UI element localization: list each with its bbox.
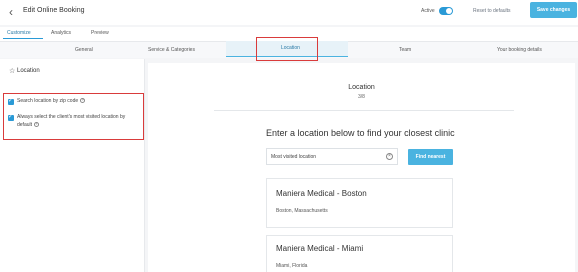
location-card[interactable]: Maniera Medical - Boston Boston, Massach…	[266, 178, 453, 228]
location-prompt: Enter a location below to find your clos…	[266, 128, 455, 138]
settings-panel-title: Location	[17, 68, 40, 74]
top-header: ‹ Edit Online Booking Active Reset to de…	[0, 0, 578, 25]
settings-panel: ☆ Location Search location by zip code? …	[0, 59, 145, 272]
location-name: Maniera Medical - Miami	[276, 244, 364, 253]
active-label: Active	[421, 8, 435, 14]
reset-to-defaults-button[interactable]: Reset to defaults	[473, 8, 511, 14]
save-changes-button[interactable]: Save changes	[530, 2, 577, 18]
find-nearest-button[interactable]: Find nearest	[408, 149, 453, 165]
location-tab-highlight	[256, 37, 318, 61]
divider	[214, 110, 514, 111]
preview-step-title: Location	[348, 84, 375, 91]
location-city: Boston, Massachusetts	[276, 208, 328, 214]
preview-step-counter: 3/8	[358, 94, 365, 100]
pin-icon: ☆	[9, 68, 16, 75]
location-city: Miami, Florida	[276, 263, 308, 269]
options-highlight	[3, 93, 144, 140]
subtab-team[interactable]: Team	[399, 47, 411, 53]
subtab-service-categories[interactable]: Service & Categories	[148, 47, 195, 53]
booking-preview: Location 3/8 Enter a location below to f…	[148, 63, 575, 272]
location-card[interactable]: Maniera Medical - Miami Miami, Florida	[266, 235, 453, 272]
location-search-value: Most visited location	[271, 154, 317, 160]
tab-analytics[interactable]: Analytics	[51, 30, 71, 36]
location-name: Maniera Medical - Boston	[276, 189, 367, 198]
tab-customize[interactable]: Customize	[7, 30, 31, 36]
back-arrow-icon[interactable]: ‹	[4, 5, 18, 19]
active-toggle[interactable]	[439, 7, 453, 15]
subtab-your-booking-details[interactable]: Your booking details	[497, 47, 542, 53]
tab-preview[interactable]: Preview	[91, 30, 109, 36]
subtab-general[interactable]: General	[75, 47, 93, 53]
active-tab-underline	[3, 38, 43, 39]
clear-icon[interactable]: ×	[386, 153, 393, 160]
page-title: Edit Online Booking	[23, 7, 85, 14]
location-search-input[interactable]: Most visited location ×	[266, 148, 398, 165]
